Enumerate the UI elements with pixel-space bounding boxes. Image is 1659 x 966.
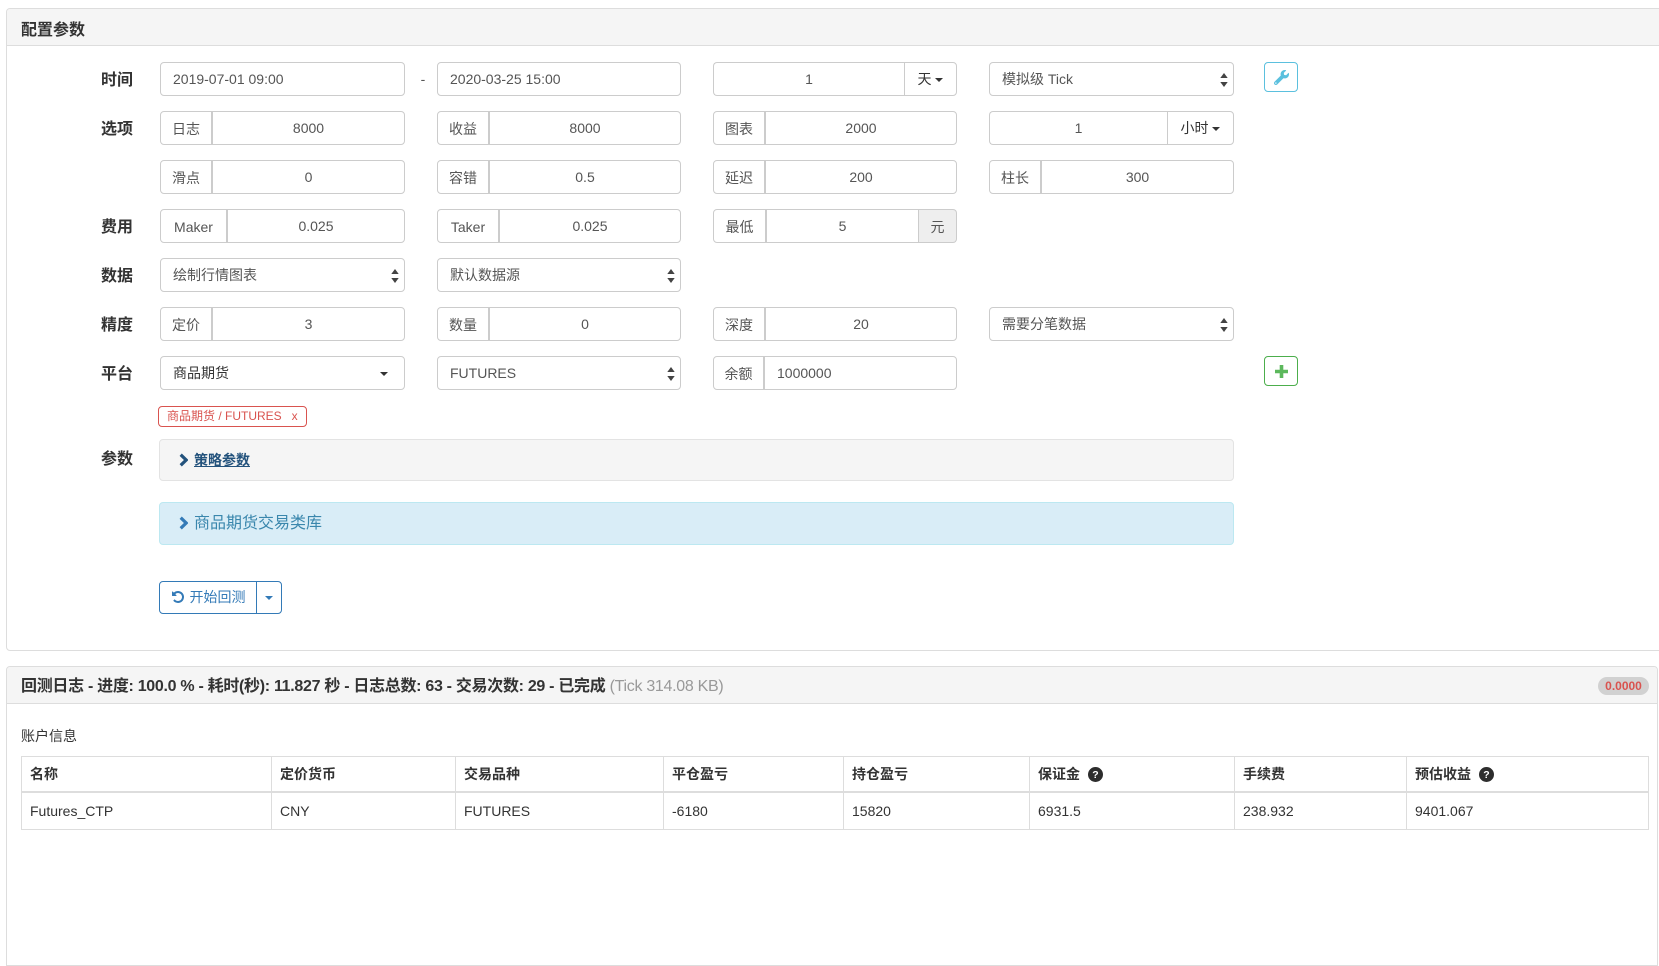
- svg-text:?: ?: [1483, 769, 1489, 781]
- svg-text:?: ?: [1092, 769, 1098, 781]
